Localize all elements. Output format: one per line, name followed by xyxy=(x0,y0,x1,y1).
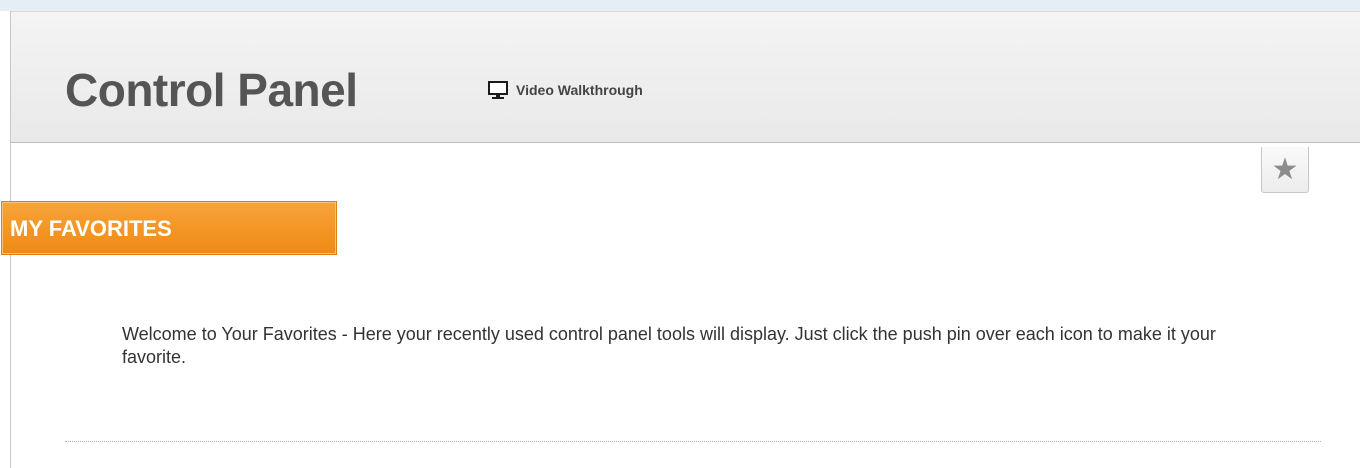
video-walkthrough-label: Video Walkthrough xyxy=(516,82,643,98)
control-panel-container: Control Panel Video Walkthrough ★ MY FAV… xyxy=(1,11,1360,468)
divider xyxy=(65,441,1321,442)
my-favorites-tab: MY FAVORITES xyxy=(1,201,337,255)
page-title: Control Panel xyxy=(65,64,358,116)
my-favorites-label: MY FAVORITES xyxy=(10,216,172,241)
page-header: Control Panel Video Walkthrough xyxy=(11,11,1360,143)
video-walkthrough-link[interactable]: Video Walkthrough xyxy=(487,80,643,100)
star-icon: ★ xyxy=(1271,152,1299,186)
top-strip xyxy=(0,0,1360,11)
favorites-welcome-text: Welcome to Your Favorites - Here your re… xyxy=(122,324,1216,367)
add-favorite-button[interactable]: ★ xyxy=(1261,147,1309,193)
monitor-icon xyxy=(488,81,508,99)
